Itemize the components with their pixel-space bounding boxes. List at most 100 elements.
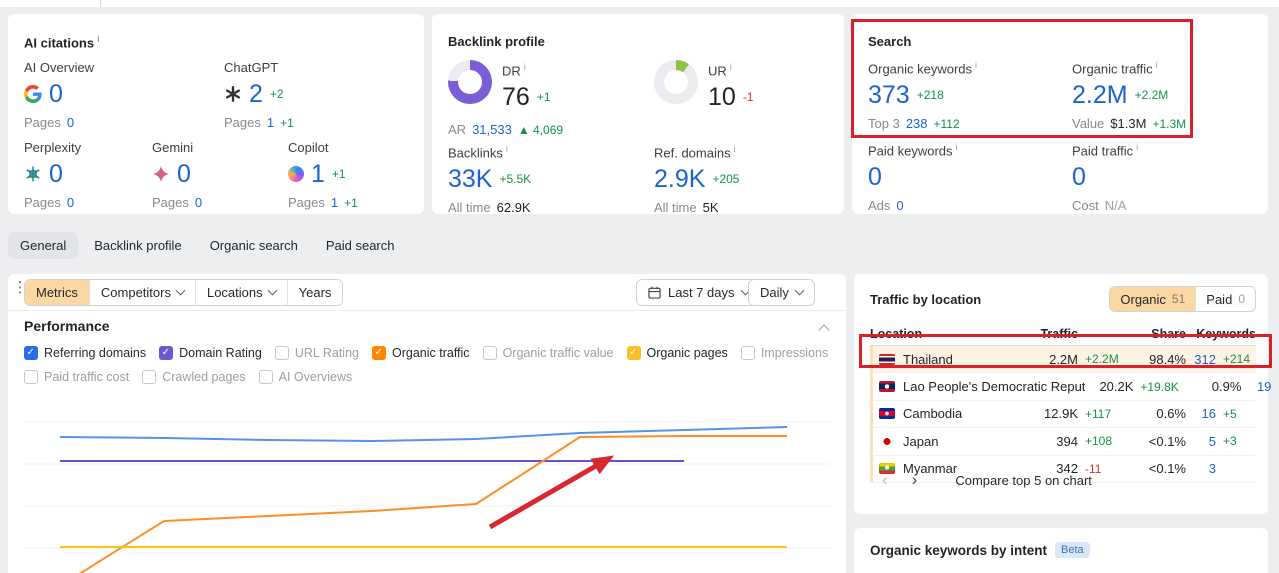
tab-backlink-profile[interactable]: Backlink profile xyxy=(82,232,193,259)
checkbox-referring-domains[interactable]: Referring domains xyxy=(24,346,146,360)
checkbox-icon xyxy=(24,346,38,360)
ads-label: Ads xyxy=(868,198,891,214)
ai-citations-title: AI citations xyxy=(24,34,100,50)
keywords-value[interactable]: 16 xyxy=(1186,406,1216,421)
top3-value[interactable]: 238 xyxy=(906,116,928,131)
pagination-prev-icon[interactable]: ‹ xyxy=(870,470,900,490)
alltime-label: All time xyxy=(448,200,491,216)
location-name: Lao People's Democratic Reput xyxy=(903,379,1086,395)
ref-domains-change: +205 xyxy=(712,172,740,187)
granularity-label: Daily xyxy=(760,285,789,300)
organic-count: 51 xyxy=(1171,292,1186,306)
perplexity-icon xyxy=(26,166,40,182)
granularity-dropdown[interactable]: Daily xyxy=(748,279,815,306)
paid-keywords-value[interactable]: 0 xyxy=(868,163,882,191)
chatgpt-label: ChatGPT xyxy=(224,60,279,75)
years-button[interactable]: Years xyxy=(286,280,343,305)
keywords-header: Keywords xyxy=(1196,326,1256,341)
backlink-profile-title: Backlink profile xyxy=(448,34,545,49)
organic-traffic-value[interactable]: 2.2M xyxy=(1072,81,1128,109)
performance-heading: Performance xyxy=(24,318,110,334)
copilot-tile: Copilot 1 +1 Pages 1 +1 xyxy=(288,140,358,210)
checkbox-domain-rating[interactable]: Domain Rating xyxy=(159,346,262,360)
checkbox-ai-overviews[interactable]: AI Overviews xyxy=(258,370,352,384)
tab-organic-search[interactable]: Organic search xyxy=(198,232,310,259)
keywords-value[interactable]: 5 xyxy=(1186,434,1216,449)
checkbox-paid-traffic-cost[interactable]: Paid traffic cost xyxy=(24,370,129,384)
pages-value[interactable]: 0 xyxy=(67,195,74,210)
perplexity-tile: Perplexity 0 Pages 0 xyxy=(24,140,81,210)
pages-value[interactable]: 0 xyxy=(67,115,74,130)
perplexity-value[interactable]: 0 xyxy=(49,160,63,188)
metrics-button[interactable]: Metrics xyxy=(25,280,89,305)
paid-traffic-value[interactable]: 0 xyxy=(1072,163,1086,191)
locations-dropdown[interactable]: Locations xyxy=(194,280,287,305)
ref-domains-value[interactable]: 2.9K xyxy=(654,165,705,193)
pages-value[interactable]: 0 xyxy=(195,195,202,210)
checkbox-organic-pages[interactable]: Organic pages xyxy=(626,346,728,360)
keywords-change: +3 xyxy=(1223,434,1237,449)
copilot-value[interactable]: 1 xyxy=(311,160,325,188)
organic-toggle-button[interactable]: Organic 51 xyxy=(1110,287,1196,311)
table-row-thailand[interactable]: Thailand 2.2M +2.2M 98.4% 312 +214 xyxy=(870,346,1256,374)
gemini-value[interactable]: 0 xyxy=(177,160,191,188)
keywords-value[interactable]: 3 xyxy=(1186,461,1216,476)
gemini-tile: Gemini 0 Pages 0 xyxy=(152,140,202,210)
tab-general[interactable]: General xyxy=(8,232,79,259)
checkbox-icon xyxy=(142,370,157,384)
checkbox-label: Crawled pages xyxy=(162,370,246,384)
ar-value[interactable]: 31,533 xyxy=(472,122,512,137)
traffic-value: 20.2K xyxy=(1099,379,1134,395)
filter-segmented-control: Metrics Competitors Locations Years xyxy=(24,279,344,306)
performance-panel: Metrics Competitors Locations Years Last… xyxy=(8,274,846,573)
ur-label: UR xyxy=(708,62,753,78)
checkbox-crawled-pages[interactable]: Crawled pages xyxy=(142,370,246,384)
pages-change: +1 xyxy=(280,116,294,130)
perplexity-label: Perplexity xyxy=(24,140,82,155)
checkbox-icon xyxy=(258,370,273,384)
traffic-value: 2.2M xyxy=(1049,351,1078,367)
alltime-value: 62.9K xyxy=(496,200,531,216)
compare-top5-link[interactable]: Compare top 5 on chart xyxy=(955,473,1092,488)
paid-toggle-button[interactable]: Paid 0 xyxy=(1195,287,1255,311)
pages-label: Pages xyxy=(24,115,61,130)
traffic-change: +117 xyxy=(1085,406,1112,421)
location-name: Cambodia xyxy=(903,406,963,422)
pagination-next-icon[interactable]: › xyxy=(900,470,930,490)
checkbox-organic-traffic[interactable]: Organic traffic xyxy=(371,346,470,360)
date-range-dropdown[interactable]: Last 7 days xyxy=(636,279,761,306)
ai-overview-value[interactable]: 0 xyxy=(49,80,63,108)
cost-value: N/A xyxy=(1104,198,1127,214)
checkbox-url-rating[interactable]: URL Rating xyxy=(274,346,359,360)
checkbox-impressions[interactable]: Impressions xyxy=(740,346,828,360)
tab-paid-search[interactable]: Paid search xyxy=(314,232,407,259)
checkbox-organic-traffic-value[interactable]: Organic traffic value xyxy=(482,346,614,360)
ai-citations-card: AI citations AI Overview 0 Pages 0 ChatGP… xyxy=(8,14,424,214)
thailand-flag-icon xyxy=(879,353,895,365)
value-change: +1.3M xyxy=(1152,117,1187,132)
traffic-footer: ‹ › Compare top 5 on chart xyxy=(870,470,1092,490)
organic-traffic-change: +2.2M xyxy=(1134,88,1169,103)
paid-keywords-label: Paid keywords xyxy=(868,142,958,158)
table-row-japan[interactable]: Japan 394 +108 <0.1% 5 +3 xyxy=(870,428,1256,456)
organic-keywords-value[interactable]: 373 xyxy=(868,81,910,109)
competitors-dropdown[interactable]: Competitors xyxy=(88,280,195,305)
checkbox-label: Domain Rating xyxy=(179,346,262,360)
traffic-change: +108 xyxy=(1085,434,1113,449)
ur-stat: UR 10 -1 xyxy=(708,62,753,111)
keywords-value[interactable]: 312 xyxy=(1186,352,1216,367)
cost-label: Cost xyxy=(1072,198,1099,214)
backlinks-value[interactable]: 33K xyxy=(448,165,492,193)
ads-value[interactable]: 0 xyxy=(896,198,903,213)
organic-keywords-stat: Organic keywords 373 +218 Top 3 238 +112 xyxy=(868,60,977,131)
traffic-change: +2.2M xyxy=(1085,352,1119,367)
table-row-cambodia[interactable]: Cambodia 12.9K +117 0.6% 16 +5 xyxy=(870,400,1256,429)
keywords-value[interactable]: 19 xyxy=(1241,379,1271,394)
table-row-laos[interactable]: Lao People's Democratic Reput 20.2K +19.… xyxy=(870,373,1279,401)
keywords-change: +214 xyxy=(1223,352,1251,367)
collapse-chevron-up-icon[interactable] xyxy=(818,324,830,336)
pages-value[interactable]: 1 xyxy=(267,115,274,130)
chatgpt-value[interactable]: 2 xyxy=(249,80,263,108)
pages-value[interactable]: 1 xyxy=(331,195,338,210)
checkbox-icon xyxy=(482,346,497,360)
